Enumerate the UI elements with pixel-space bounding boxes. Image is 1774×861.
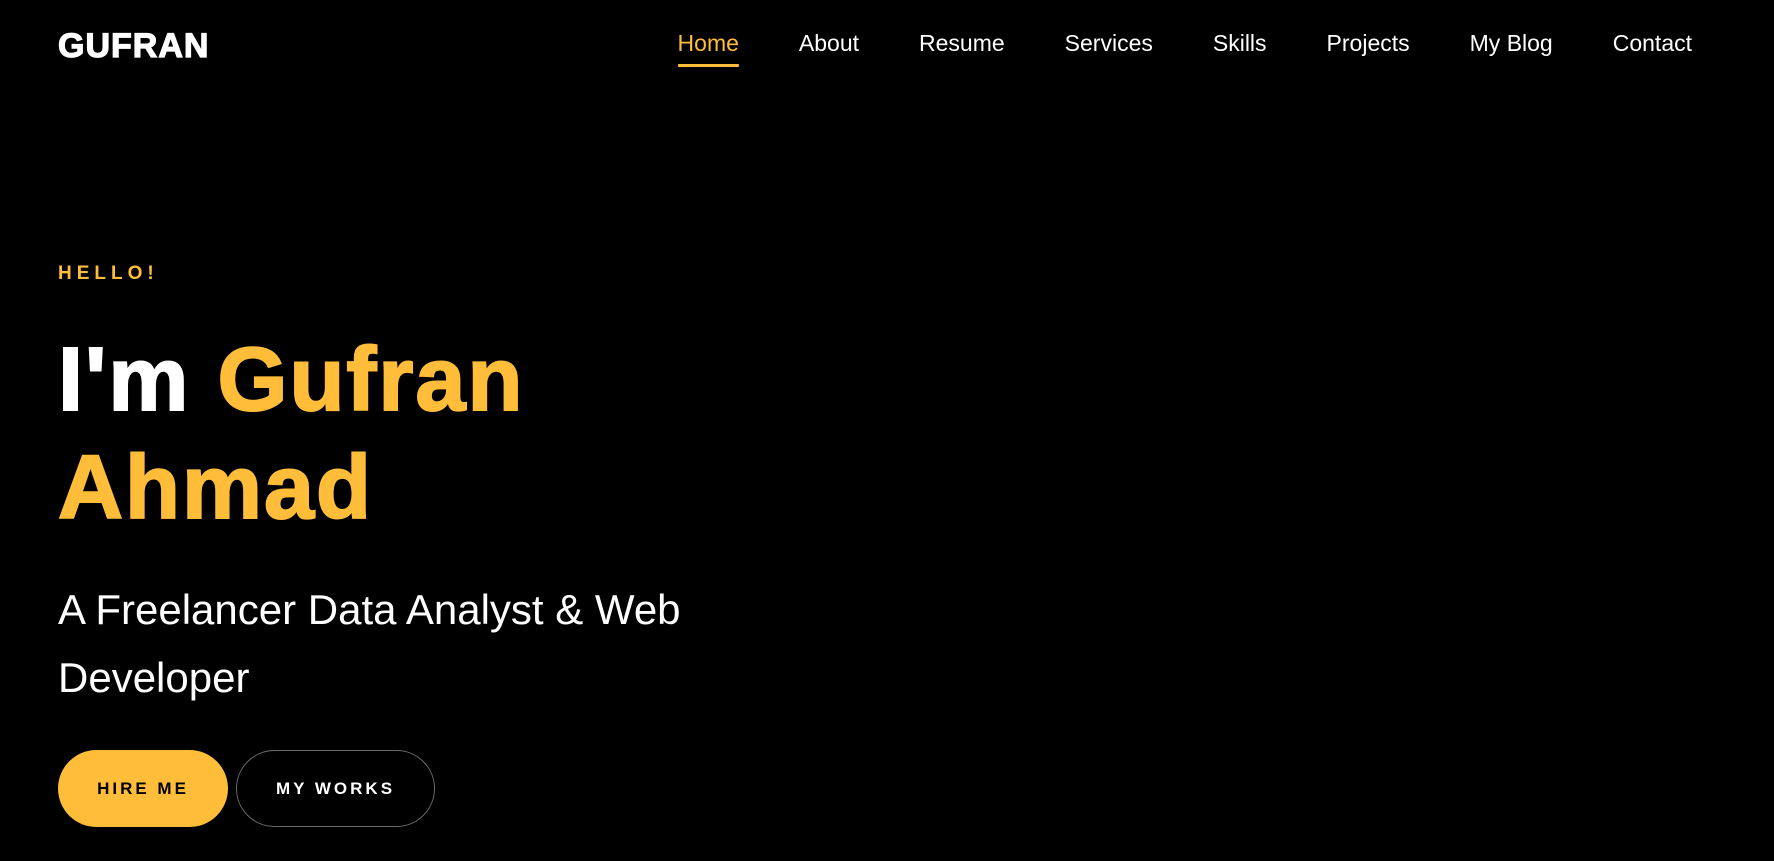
brand-logo[interactable]: GUFRAN (57, 26, 209, 66)
hire-me-button[interactable]: HIRE ME (58, 750, 228, 827)
nav-item-projects[interactable]: Projects (1327, 28, 1410, 58)
main-nav: Home About Resume Services Skills Projec… (677, 28, 1692, 67)
hero-headline: I'm Gufran Ahmad (57, 326, 858, 542)
hero-greeting: HELLO! (58, 263, 159, 284)
nav-item-label: Skills (1212, 30, 1267, 56)
nav-item-services[interactable]: Services (1065, 28, 1153, 58)
nav-item-label: Resume (919, 30, 1005, 56)
nav-item-label: Services (1064, 30, 1153, 56)
nav-item-label: About (798, 30, 860, 56)
nav-item-label: My Blog (1469, 30, 1553, 56)
hero-first-name: Gufran (216, 329, 525, 431)
nav-item-home[interactable]: Home (677, 28, 739, 67)
active-underline (677, 64, 739, 67)
nav-item-resume[interactable]: Resume (919, 28, 1005, 58)
hero-section: HELLO! I'm Gufran Ahmad A Freelancer Dat… (57, 262, 858, 827)
nav-item-label: Contact (1612, 30, 1692, 56)
nav-item-label: Projects (1326, 30, 1410, 56)
hero-subtitle: A Freelancer Data Analyst & Web Develope… (58, 586, 681, 701)
nav-item-skills[interactable]: Skills (1213, 28, 1267, 58)
hero-intro: I'm (57, 329, 191, 431)
nav-item-contact[interactable]: Contact (1613, 28, 1692, 58)
hero-buttons: HIRE ME MY WORKS (58, 750, 858, 827)
page: GUFRAN Home About Resume Services Skills (0, 0, 1774, 861)
nav-item-my-blog[interactable]: My Blog (1470, 28, 1553, 58)
hero-last-name: Ahmad (57, 437, 374, 539)
my-works-button[interactable]: MY WORKS (236, 750, 435, 827)
navbar: GUFRAN Home About Resume Services Skills (0, 0, 1774, 90)
nav-item-about[interactable]: About (799, 28, 859, 58)
nav-item-label: Home (677, 30, 739, 56)
